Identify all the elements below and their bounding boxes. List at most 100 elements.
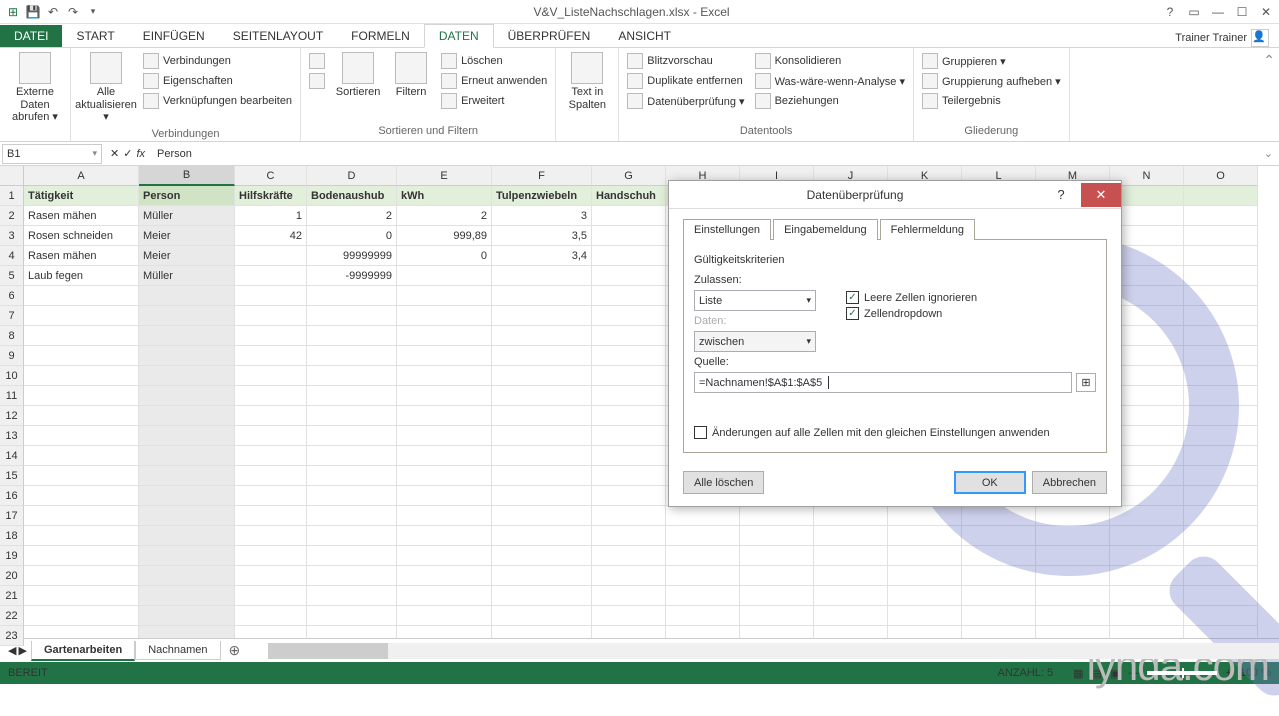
cell[interactable] <box>592 266 666 286</box>
maximize-icon[interactable]: ☐ <box>1233 3 1251 21</box>
cell[interactable] <box>592 246 666 266</box>
add-sheet-button[interactable]: ⊕ <box>221 642 249 659</box>
cell[interactable] <box>397 266 492 286</box>
cell[interactable] <box>139 426 235 446</box>
cell[interactable] <box>397 506 492 526</box>
cell[interactable] <box>592 446 666 466</box>
cell[interactable] <box>492 446 592 466</box>
cell[interactable] <box>235 486 307 506</box>
cell[interactable] <box>592 206 666 226</box>
cell[interactable] <box>397 566 492 586</box>
cell[interactable]: -9999999 <box>307 266 397 286</box>
cell[interactable]: Müller <box>139 206 235 226</box>
range-picker-button[interactable]: ⊞ <box>1076 373 1096 392</box>
cell[interactable] <box>1184 186 1258 206</box>
cell[interactable] <box>307 546 397 566</box>
dropdown-checkbox[interactable]: ✓Zellendropdown <box>846 307 977 320</box>
cell[interactable] <box>1184 246 1258 266</box>
cell[interactable] <box>139 506 235 526</box>
cell[interactable] <box>235 586 307 606</box>
cell[interactable] <box>666 606 740 626</box>
cell[interactable] <box>592 326 666 346</box>
cell[interactable] <box>397 346 492 366</box>
cell[interactable] <box>592 566 666 586</box>
cell[interactable] <box>740 566 814 586</box>
cell[interactable] <box>814 526 888 546</box>
cell[interactable] <box>307 486 397 506</box>
column-header[interactable]: E <box>397 166 492 186</box>
cell[interactable]: Meier <box>139 226 235 246</box>
cell[interactable] <box>397 406 492 426</box>
cell[interactable] <box>740 526 814 546</box>
tab-start[interactable]: START <box>62 25 128 47</box>
cell[interactable] <box>1110 506 1184 526</box>
cell[interactable] <box>962 626 1036 638</box>
zoom-out-icon[interactable]: — <box>1128 667 1139 679</box>
cell[interactable] <box>139 466 235 486</box>
cell[interactable] <box>307 466 397 486</box>
dialog-tab-input[interactable]: Eingabemeldung <box>773 219 878 240</box>
cell[interactable] <box>492 406 592 426</box>
cell[interactable] <box>492 606 592 626</box>
cell[interactable] <box>139 386 235 406</box>
cell[interactable] <box>1110 546 1184 566</box>
cell[interactable] <box>235 386 307 406</box>
cell[interactable] <box>235 506 307 526</box>
cell[interactable] <box>592 486 666 506</box>
cell[interactable] <box>740 546 814 566</box>
data-validation-button[interactable]: Datenüberprüfung ▾ <box>625 92 746 110</box>
cell[interactable] <box>307 346 397 366</box>
user-avatar-icon[interactable]: 👤 <box>1251 29 1269 47</box>
cell[interactable] <box>397 286 492 306</box>
cell[interactable] <box>1110 586 1184 606</box>
cell[interactable]: 99999999 <box>307 246 397 266</box>
row-header[interactable]: 11 <box>0 386 24 406</box>
cell[interactable] <box>307 406 397 426</box>
cell[interactable] <box>1184 566 1258 586</box>
cell[interactable] <box>235 246 307 266</box>
dialog-close-button[interactable]: ✕ <box>1081 183 1121 207</box>
cell[interactable] <box>139 366 235 386</box>
cell[interactable] <box>307 626 397 638</box>
cell[interactable] <box>307 306 397 326</box>
row-header[interactable]: 8 <box>0 326 24 346</box>
redo-icon[interactable]: ↷ <box>64 3 82 21</box>
external-data-button[interactable]: Externe Datenabrufen ▾ <box>6 50 64 126</box>
cell[interactable]: 2 <box>397 206 492 226</box>
cell[interactable] <box>1110 606 1184 626</box>
cell[interactable] <box>492 386 592 406</box>
cell[interactable] <box>592 426 666 446</box>
cell[interactable] <box>740 506 814 526</box>
dialog-tab-error[interactable]: Fehlermeldung <box>880 219 975 240</box>
row-header[interactable]: 9 <box>0 346 24 366</box>
cell[interactable] <box>307 426 397 446</box>
cell[interactable] <box>397 586 492 606</box>
ignore-blank-checkbox[interactable]: ✓Leere Zellen ignorieren <box>846 291 977 304</box>
cell[interactable] <box>139 406 235 426</box>
cell[interactable] <box>1036 506 1110 526</box>
cell[interactable] <box>307 566 397 586</box>
cell[interactable] <box>740 626 814 638</box>
cell[interactable] <box>139 586 235 606</box>
cell[interactable] <box>24 406 139 426</box>
cell[interactable] <box>1184 606 1258 626</box>
cell[interactable] <box>397 466 492 486</box>
cell[interactable] <box>1184 406 1258 426</box>
cell[interactable] <box>1110 526 1184 546</box>
cell[interactable] <box>740 606 814 626</box>
undo-icon[interactable]: ↶ <box>44 3 62 21</box>
row-header[interactable]: 20 <box>0 566 24 586</box>
view-normal-icon[interactable]: ▦ <box>1073 667 1083 680</box>
cell[interactable] <box>1036 566 1110 586</box>
cell[interactable] <box>397 526 492 546</box>
cell[interactable] <box>592 226 666 246</box>
cell[interactable] <box>235 566 307 586</box>
filter-button[interactable]: Filtern <box>389 50 433 101</box>
cell[interactable] <box>1184 626 1258 638</box>
cell[interactable] <box>235 526 307 546</box>
cell[interactable] <box>1184 506 1258 526</box>
cell[interactable] <box>307 446 397 466</box>
cell[interactable] <box>592 366 666 386</box>
cell[interactable] <box>492 306 592 326</box>
fx-icon[interactable]: fx <box>136 148 145 160</box>
